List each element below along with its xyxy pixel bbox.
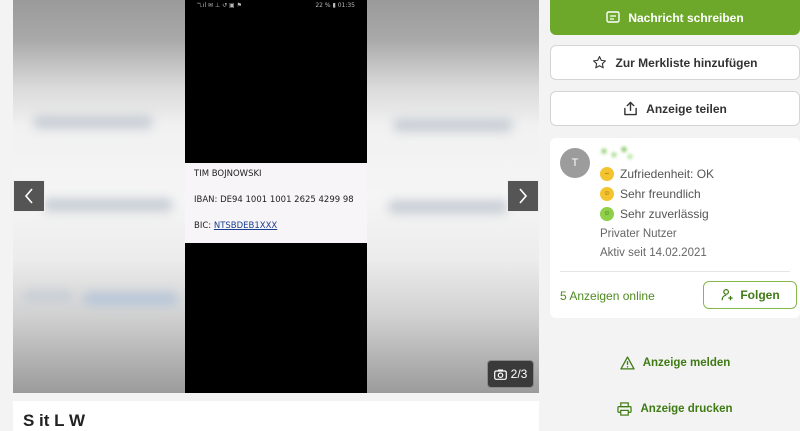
phone-status-bar: ℸ.ıl ✉ ⊥ ↺ ▣ ⚑ 22 % ▮ 01:35 — [185, 0, 367, 10]
badge-satisfaction: – Zufriedenheit: OK — [600, 167, 714, 181]
image-gallery[interactable]: ℸ.ıl ✉ ⊥ ↺ ▣ ⚑ 22 % ▮ 01:35 TIM BOJNOWSK… — [13, 0, 539, 393]
phone-status-icons: ℸ.ıl ✉ ⊥ ↺ ▣ ⚑ — [197, 1, 242, 9]
phone-status-time: 22 % ▮ 01:35 — [315, 1, 355, 9]
star-icon — [593, 56, 607, 69]
share-ad-button[interactable]: Anzeige teilen — [550, 91, 800, 126]
iban-text: IBAN: DE94 1001 1001 2625 4299 98 — [194, 195, 354, 205]
follow-button[interactable]: Folgen — [703, 281, 797, 309]
follow-button-label: Folgen — [740, 288, 780, 302]
next-image-button[interactable] — [507, 180, 539, 212]
share-icon — [624, 101, 637, 116]
seller-ads-online-link[interactable]: 5 Anzeigen online — [560, 289, 655, 303]
avatar-initial: T — [571, 157, 579, 169]
bic-value: NTSBDEB1XXX — [213, 221, 278, 231]
print-ad-link[interactable]: Anzeige drucken — [550, 402, 800, 416]
image-counter-text: 2/3 — [510, 367, 528, 381]
chevron-left-icon — [24, 188, 33, 204]
blurred-background — [83, 292, 178, 306]
seller-name-blurred[interactable] — [596, 144, 636, 162]
badge-friendly-label: Sehr freundlich — [620, 187, 701, 201]
write-message-button[interactable]: Nachricht schreiben — [550, 0, 800, 35]
phone-screenshot: ℸ.ıl ✉ ⊥ ↺ ▣ ⚑ 22 % ▮ 01:35 TIM BOJNOWSK… — [185, 0, 367, 393]
listing-title: S it L W — [23, 411, 86, 430]
follow-user-icon — [721, 289, 734, 301]
camera-icon — [493, 369, 507, 380]
avatar[interactable]: T — [560, 148, 590, 178]
blurred-background — [43, 198, 173, 212]
previous-image-button[interactable] — [13, 180, 45, 212]
print-ad-label: Anzeige drucken — [640, 403, 733, 415]
image-counter: 2/3 — [487, 360, 534, 388]
seller-info-card: T – Zufriedenheit: OK ☺ Sehr freundlich … — [550, 138, 800, 318]
reliable-smiley-icon: ☺ — [600, 207, 614, 221]
report-ad-link[interactable]: Anzeige melden — [550, 356, 800, 370]
badge-reliable-label: Sehr zuverlässig — [620, 207, 709, 221]
badge-satisfaction-label: Zufriedenheit: OK — [620, 167, 715, 181]
neutral-smiley-icon: – — [600, 167, 614, 181]
listing-title-area: S it L W — [13, 401, 539, 431]
bank-details-card: TIM BOJNOWSKI IBAN: DE94 1001 1001 2625 … — [185, 163, 367, 243]
blurred-background — [388, 200, 508, 214]
warning-icon — [620, 356, 635, 370]
report-ad-label: Anzeige melden — [642, 357, 731, 369]
account-holder-name: TIM BOJNOWSKI — [194, 169, 262, 179]
friendly-smiley-icon: ☺ — [600, 187, 614, 201]
bic-line: BIC: NTSBDEB1XXX — [194, 221, 277, 231]
add-to-watchlist-label: Zur Merkliste hinzufügen — [615, 55, 758, 70]
printer-icon — [617, 402, 633, 416]
blurred-background — [23, 290, 73, 304]
badge-friendly: ☺ Sehr freundlich — [600, 187, 701, 201]
seller-active-since: Aktiv seit 14.02.2021 — [600, 247, 707, 259]
add-to-watchlist-button[interactable]: Zur Merkliste hinzufügen — [550, 45, 800, 80]
seller-type: Privater Nutzer — [600, 228, 677, 240]
blurred-background — [33, 115, 153, 129]
bic-label: BIC: — [194, 221, 214, 231]
badge-reliable: ☺ Sehr zuverlässig — [600, 207, 709, 221]
divider — [560, 271, 790, 272]
share-ad-label: Anzeige teilen — [646, 101, 727, 116]
chevron-right-icon — [519, 188, 528, 204]
write-message-label: Nachricht schreiben — [628, 10, 744, 25]
message-icon — [606, 10, 621, 23]
blurred-background — [393, 118, 513, 132]
